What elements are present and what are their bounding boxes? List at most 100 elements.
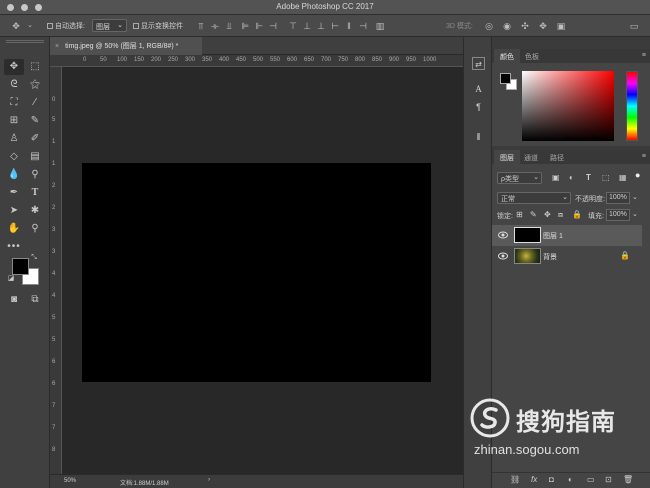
tab-channels[interactable]: 通道 <box>518 150 544 164</box>
quick-mask-icon[interactable]: ◙ <box>4 292 24 308</box>
align-top-icon[interactable]: ⫪ <box>196 21 206 31</box>
layer-name[interactable]: 图层 1 <box>543 231 563 241</box>
new-layer-icon[interactable]: ⊡ <box>605 475 612 484</box>
filter-adjustment-icon[interactable]: ◐ <box>569 173 574 182</box>
color-panel-foreground[interactable] <box>500 73 511 84</box>
blend-mode-dropdown[interactable]: 正常 ⌄ <box>497 192 571 204</box>
3d-slide-icon[interactable]: ✥ <box>537 21 549 31</box>
layer-row[interactable]: 背景 🔒 <box>492 246 642 267</box>
3d-scale-icon[interactable]: ▣ <box>555 21 567 31</box>
more-tools-icon[interactable]: ••• <box>4 239 24 255</box>
eye-icon[interactable] <box>498 231 508 239</box>
link-icon[interactable]: ⛓ <box>510 475 520 484</box>
filter-smart-object-icon[interactable]: ▦ <box>619 173 627 182</box>
lock-all-icon[interactable]: 🔒 <box>572 210 582 219</box>
move-tool-preset-icon[interactable]: ✥ <box>9 21 23 31</box>
adjustment-icon[interactable]: ◐ <box>568 475 573 484</box>
auto-align-icon[interactable]: ▥ <box>375 21 385 31</box>
lock-position-icon[interactable]: ✥ <box>544 210 551 219</box>
lock-transparent-icon[interactable]: ⊞ <box>516 210 523 219</box>
hand-tool-icon[interactable]: ✋ <box>4 221 24 237</box>
tab-layers[interactable]: 图层 <box>494 150 520 164</box>
panel-menu-icon[interactable]: ≡ <box>642 153 646 160</box>
color-field[interactable] <box>522 71 614 141</box>
fx-icon[interactable]: fx <box>531 475 537 484</box>
screen-mode-icon[interactable]: ⧉ <box>25 292 45 308</box>
lock-artboard-icon[interactable]: ⧈ <box>558 210 563 220</box>
workspace-icon[interactable]: ▭ <box>628 21 640 31</box>
filter-pixel-icon[interactable]: ▣ <box>552 173 560 182</box>
auto-select-checkbox[interactable]: 自动选择: <box>47 21 85 31</box>
zoom-level[interactable]: 50% <box>64 478 76 484</box>
foreground-color-swatch[interactable] <box>12 258 29 275</box>
magic-wand-tool-icon[interactable]: ⚝ <box>25 77 45 93</box>
layer-row[interactable]: 图层 1 <box>492 225 642 246</box>
distribute-vcenter-icon[interactable]: ⊥ <box>302 21 312 31</box>
path-selection-tool-icon[interactable]: ➤ <box>4 203 24 219</box>
history-brush-tool-icon[interactable]: ✐ <box>25 131 45 147</box>
paragraph-panel-icon[interactable]: ¶ <box>472 101 485 114</box>
gradient-tool-icon[interactable]: ▤ <box>25 149 45 165</box>
3d-rotate-icon[interactable]: ◎ <box>483 21 495 31</box>
document-image[interactable] <box>82 163 431 382</box>
filter-type-icon[interactable]: T <box>586 173 591 182</box>
tab-swatches[interactable]: 色板 <box>519 49 545 63</box>
dodge-tool-icon[interactable]: ⚲ <box>25 167 45 183</box>
align-left-icon[interactable]: ⊫ <box>240 21 250 31</box>
distribute-bottom-icon[interactable]: ⊥ <box>316 21 326 31</box>
character-panel-icon[interactable]: A <box>472 83 485 96</box>
healing-brush-tool-icon[interactable]: ⊞ <box>4 113 24 129</box>
trash-icon[interactable]: 🗑 <box>623 475 633 484</box>
status-menu-arrow-icon[interactable]: › <box>208 477 210 483</box>
type-tool-icon[interactable]: T <box>25 185 45 201</box>
auto-select-dropdown[interactable]: 图层 ⌄ <box>92 19 127 32</box>
opacity-chevron-icon[interactable]: ⌄ <box>632 193 638 201</box>
properties-panel-icon[interactable]: ⦀ <box>472 131 485 144</box>
marquee-tool-icon[interactable]: ⬚ <box>25 59 45 75</box>
group-icon[interactable]: ▭ <box>587 475 595 484</box>
horizontal-ruler: 0 50 100 150 200 250 300 350 400 450 500… <box>50 55 463 67</box>
hue-slider[interactable] <box>626 71 638 141</box>
tab-color[interactable]: 颜色 <box>494 49 520 63</box>
fill-chevron-icon[interactable]: ⌄ <box>632 210 638 218</box>
move-tool-icon[interactable]: ✥ <box>4 59 24 75</box>
eye-icon[interactable] <box>498 252 508 260</box>
default-colors-icon[interactable]: ◪ <box>7 275 15 283</box>
crop-tool-icon[interactable]: ⛶ <box>4 95 24 111</box>
layer-name[interactable]: 背景 <box>543 252 557 262</box>
tab-paths[interactable]: 路径 <box>544 150 570 164</box>
distribute-right-icon[interactable]: ⊣ <box>358 21 368 31</box>
align-hcenter-icon[interactable]: ⊩ <box>254 21 264 31</box>
layer-filter-dropdown[interactable]: ρ类型 ⌄ <box>497 172 542 184</box>
3d-pan-icon[interactable]: ✣ <box>519 21 531 31</box>
custom-shape-tool-icon[interactable]: ✱ <box>25 203 45 219</box>
chevron-down-icon[interactable]: ⌄ <box>25 21 35 31</box>
lock-image-icon[interactable]: ✎ <box>530 210 537 219</box>
distribute-hcenter-icon[interactable]: ‖ <box>344 21 354 31</box>
pen-tool-icon[interactable]: ✒ <box>4 185 24 201</box>
clone-stamp-tool-icon[interactable]: ♙ <box>4 131 24 147</box>
filter-shape-icon[interactable]: ⬚ <box>602 173 610 182</box>
mask-icon[interactable]: ◘ <box>549 475 554 484</box>
panel-menu-icon[interactable]: ≡ <box>642 52 646 59</box>
3d-roll-icon[interactable]: ◉ <box>501 21 513 31</box>
opacity-input[interactable]: 100% <box>606 192 630 204</box>
show-transform-checkbox[interactable]: 显示变换控件 <box>133 21 183 31</box>
tab-close-icon[interactable]: × <box>55 43 59 50</box>
zoom-tool-icon[interactable]: ⚲ <box>25 221 45 237</box>
history-panel-icon[interactable]: ⇄ <box>472 57 485 70</box>
document-tab[interactable]: × timg.jpeg @ 50% (图层 1, RGB/8#) * <box>50 37 202 55</box>
lasso-tool-icon[interactable]: ᘓ <box>4 77 24 93</box>
eraser-tool-icon[interactable]: ◇ <box>4 149 24 165</box>
swap-colors-icon[interactable]: ⤡ <box>29 253 39 263</box>
eyedropper-tool-icon[interactable]: ⁄ <box>25 95 45 111</box>
align-vcenter-icon[interactable]: ⟛ <box>210 21 220 31</box>
align-bottom-icon[interactable]: ⫫ <box>224 21 234 31</box>
distribute-left-icon[interactable]: ⊢ <box>330 21 340 31</box>
filter-toggle-icon[interactable]: ● <box>635 170 640 180</box>
fill-input[interactable]: 100% <box>606 209 630 221</box>
distribute-top-icon[interactable]: ⊤ <box>288 21 298 31</box>
blur-tool-icon[interactable]: 💧 <box>4 167 24 183</box>
align-right-icon[interactable]: ⊣ <box>268 21 278 31</box>
brush-tool-icon[interactable]: ✎ <box>25 113 45 129</box>
